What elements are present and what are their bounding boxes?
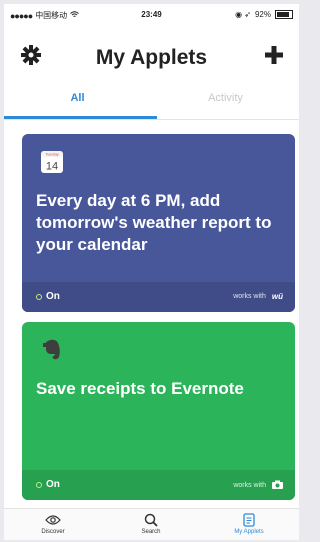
status-bar: ●●●●● 中国移动 23:49 ◉ ➶ 92% bbox=[4, 4, 299, 24]
tab-bar: All Activity bbox=[4, 92, 299, 120]
applet-card-weather[interactable]: Tuesday 14 Every day at 6 PM, add tomorr… bbox=[22, 134, 295, 312]
works-with-label: works with bbox=[233, 482, 266, 489]
svg-text:Tuesday: Tuesday bbox=[45, 153, 59, 157]
applet-footer: On works with bbox=[22, 470, 295, 500]
applet-description: Every day at 6 PM, add tomorrow's weathe… bbox=[36, 191, 272, 254]
app-screen: ●●●●● 中国移动 23:49 ◉ ➶ 92% My Applets All … bbox=[4, 4, 299, 540]
page-title: My Applets bbox=[95, 46, 208, 69]
works-with: works with wü bbox=[233, 292, 283, 301]
calendar-day: 14 bbox=[46, 161, 58, 173]
calendar-icon: Tuesday 14 bbox=[40, 150, 64, 174]
search-icon bbox=[102, 511, 200, 529]
applet-status-label: On bbox=[46, 479, 60, 490]
weather-underground-logo: wü bbox=[271, 292, 283, 301]
nav-discover[interactable]: Discover bbox=[4, 511, 102, 535]
evernote-icon bbox=[40, 338, 64, 362]
nav-discover-label: Discover bbox=[41, 529, 65, 535]
status-right: ◉ ➶ 92% bbox=[235, 10, 293, 19]
plus-icon[interactable] bbox=[263, 44, 285, 66]
battery-percent: 92% bbox=[254, 10, 271, 19]
applet-status: On bbox=[36, 291, 60, 302]
nav-search[interactable]: Search bbox=[102, 511, 200, 535]
tab-divider bbox=[4, 119, 299, 120]
eye-icon bbox=[4, 511, 102, 529]
bottom-nav: Discover Search My Applets bbox=[4, 508, 299, 540]
works-with-label: works with bbox=[233, 293, 266, 300]
nav-search-label: Search bbox=[141, 529, 161, 535]
tab-activity[interactable]: Activity bbox=[152, 92, 299, 116]
battery-icon bbox=[275, 10, 293, 19]
location-icon: ◉ ➶ bbox=[235, 10, 251, 19]
nav-my-applets[interactable]: My Applets bbox=[200, 511, 298, 535]
tab-all[interactable]: All bbox=[4, 92, 151, 116]
works-with: works with bbox=[233, 480, 283, 491]
applet-footer: On works with wü bbox=[22, 282, 295, 312]
document-icon bbox=[200, 511, 298, 529]
applet-status: On bbox=[36, 479, 60, 490]
nav-my-applets-label: My Applets bbox=[234, 529, 264, 535]
status-dot-icon bbox=[36, 481, 42, 488]
camera-icon bbox=[272, 480, 283, 491]
app-header: My Applets bbox=[4, 32, 299, 82]
status-dot-icon bbox=[36, 293, 42, 300]
applet-card-evernote[interactable]: Save receipts to Evernote On works with bbox=[22, 322, 295, 500]
applet-description: Save receipts to Evernote bbox=[36, 379, 244, 398]
applet-status-label: On bbox=[46, 291, 60, 302]
